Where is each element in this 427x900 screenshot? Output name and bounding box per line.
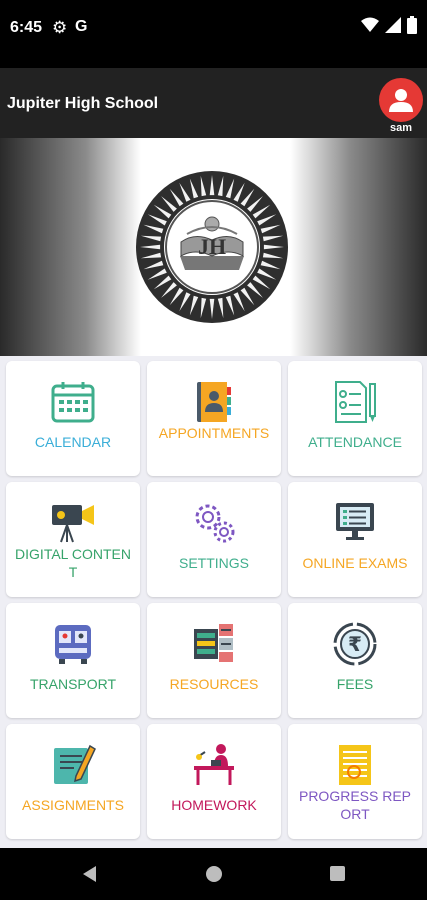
gears-icon [195,504,235,543]
tile-online-exams[interactable]: ONLINE EXAMS [288,482,422,597]
tile-homework[interactable]: HOMEWORK [147,724,281,839]
tile-appointments[interactable]: APPOINTMENTS [147,361,281,476]
tile-transport[interactable]: TRANSPORT [6,603,140,718]
video-camera-icon [52,505,94,543]
tile-label: FEES [336,676,374,692]
wifi-icon [361,17,379,32]
tile-label: RESOURCES [169,676,259,692]
tile-label: APPOINTMENTS [158,425,270,441]
tile-resources[interactable]: RESOURCES [147,603,281,718]
attendance-checklist-icon [335,381,376,423]
server-rack-icon [194,624,233,662]
page-title: Jupiter High School [7,95,159,112]
svg-text:JH: JH [198,234,226,259]
calendar-icon [51,382,95,423]
system-nav-bar [0,848,427,900]
rupee-coin-icon: ₹ [333,622,377,666]
tile-label: DIGITAL CONTENT [15,546,131,580]
battery-icon [407,16,417,34]
tile-label: ONLINE EXAMS [302,555,408,571]
school-logo: JH [136,171,288,323]
tile-fees[interactable]: ₹ FEES [288,603,422,718]
user-icon [389,89,413,112]
tile-label: PROGRESS REPORT [298,788,412,822]
tile-label: HOMEWORK [171,797,257,813]
settings-gear-icon: ⚙ [52,18,68,37]
tile-attendance[interactable]: ATTENDANCE [288,361,422,476]
report-document-icon [339,745,371,785]
back-icon[interactable] [82,866,98,882]
bus-icon [55,625,91,664]
tile-settings[interactable]: SETTINGS [147,482,281,597]
tile-assignments[interactable]: ASSIGNMENTS [6,724,140,839]
status-indicators [361,16,417,34]
tile-label: ATTENDANCE [308,434,402,450]
tile-label: CALENDAR [34,434,112,450]
menu-grid: CALENDAR APPOINTMENTS ATTENDANCE DIGITAL… [0,356,427,848]
svg-text:₹: ₹ [348,632,362,656]
school-banner: JH [0,138,427,356]
status-time: 6:45 [10,19,43,36]
tile-label: TRANSPORT [29,676,117,692]
status-bar: 6:45 ⚙ G [0,0,427,68]
user-avatar[interactable] [379,78,423,122]
app-bar: Jupiter High School [0,68,427,138]
google-g-icon: G [75,18,88,35]
tile-calendar[interactable]: CALENDAR [6,361,140,476]
home-icon[interactable] [206,866,222,882]
appointment-book-icon [197,382,231,422]
tile-progress-report[interactable]: PROGRESS REPORT [288,724,422,839]
tile-label: SETTINGS [178,555,249,571]
user-name: sam [389,122,413,134]
tile-digital-content[interactable]: DIGITAL CONTENT [6,482,140,597]
computer-monitor-icon [336,503,374,540]
notebook-pen-icon [54,744,96,784]
tile-label: ASSIGNMENTS [22,797,124,813]
cell-signal-icon [385,17,401,33]
recent-apps-icon[interactable] [330,866,345,881]
student-desk-icon [194,744,234,785]
